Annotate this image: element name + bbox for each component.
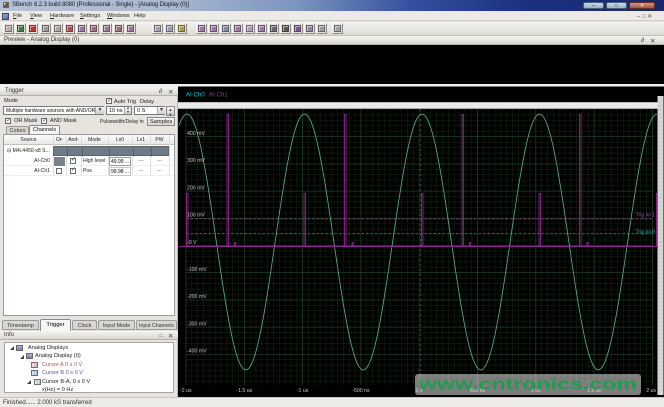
svg-text:-300 mV: -300 mV <box>187 321 207 327</box>
svg-text:-0 V: -0 V <box>187 240 197 246</box>
svg-text:300 mV: 300 mV <box>187 158 205 164</box>
svg-text:-2 us: -2 us <box>180 388 192 394</box>
svg-text:200 mV: 200 mV <box>187 185 205 191</box>
svg-text:-100 mV: -100 mV <box>187 267 207 273</box>
svg-text:-1.5 us: -1.5 us <box>236 388 252 394</box>
svg-text:-500 ns: -500 ns <box>352 388 370 394</box>
svg-text:-200 mV: -200 mV <box>187 294 207 300</box>
svg-text:100 mV: 100 mV <box>187 213 205 219</box>
svg-text:400 mV: 400 mV <box>187 131 205 137</box>
svg-text:2 us: 2 us <box>646 388 656 394</box>
svg-text:-1 us: -1 us <box>297 388 309 394</box>
svg-text:-400 mV: -400 mV <box>187 349 207 355</box>
svg-text:Trig lvl 0: Trig lvl 0 <box>636 230 656 236</box>
svg-text:www.cntronics.com: www.cntronics.com <box>418 375 637 394</box>
svg-text:AI-Ch1: AI-Ch1 <box>209 93 228 99</box>
svg-text:Trig lvl 1: Trig lvl 1 <box>636 213 656 219</box>
svg-text:AI-Ch0: AI-Ch0 <box>186 93 205 99</box>
